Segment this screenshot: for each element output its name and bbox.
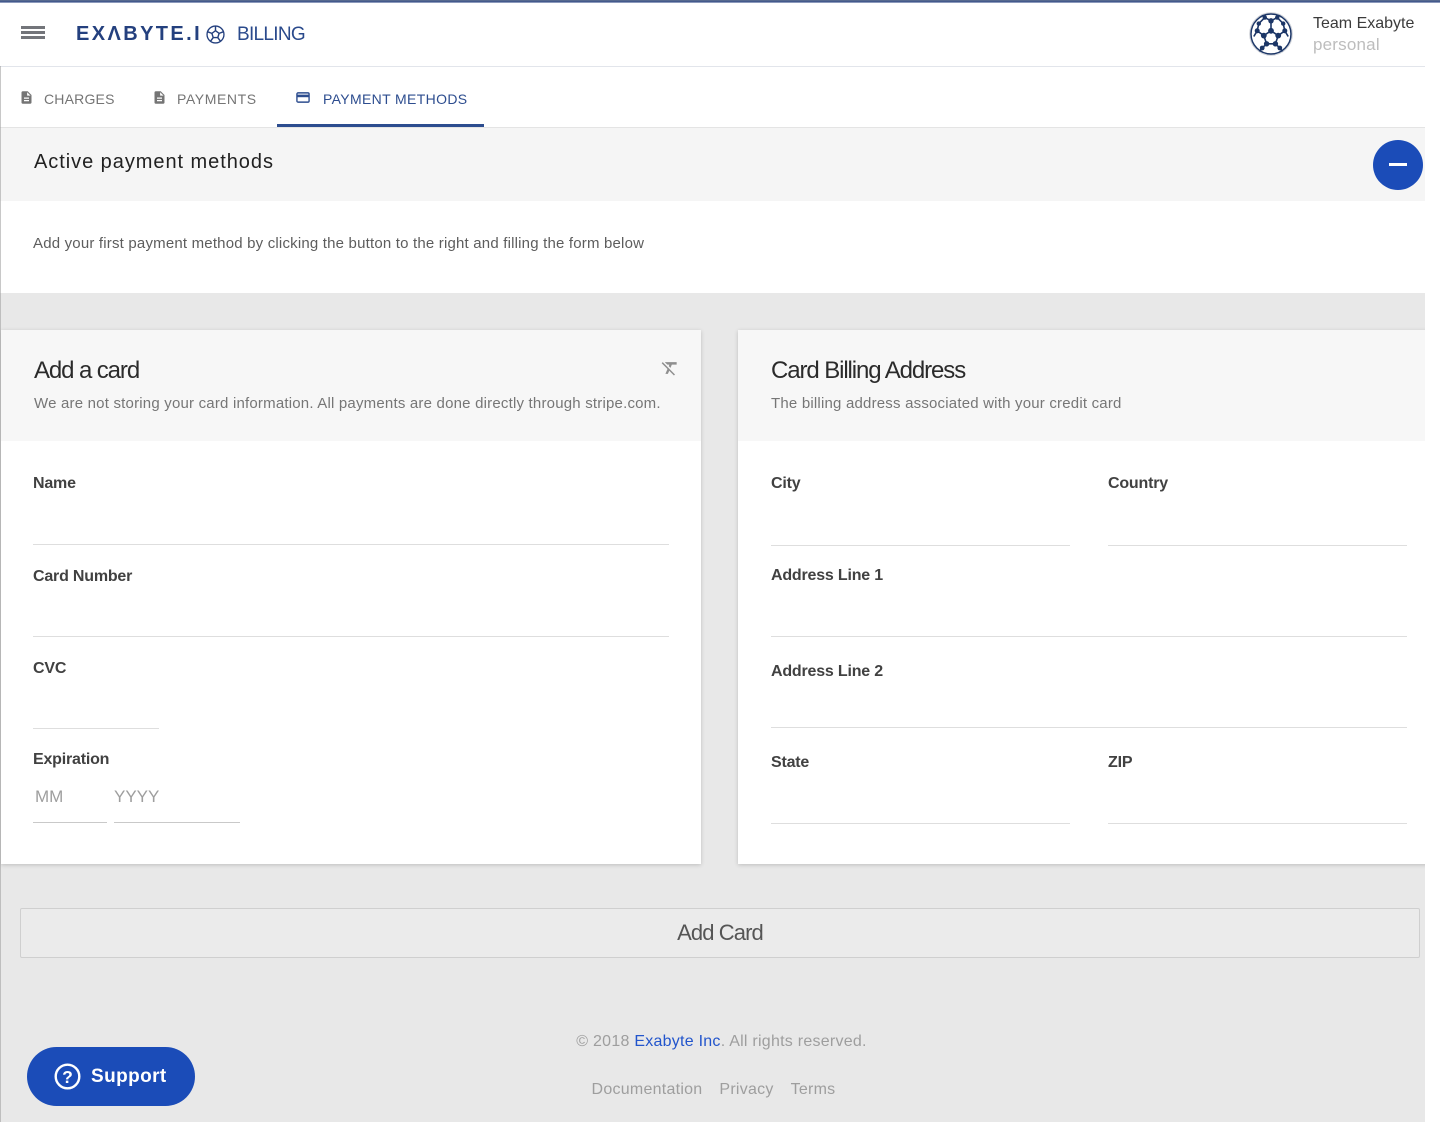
svg-text:?: ? [62, 1067, 73, 1087]
